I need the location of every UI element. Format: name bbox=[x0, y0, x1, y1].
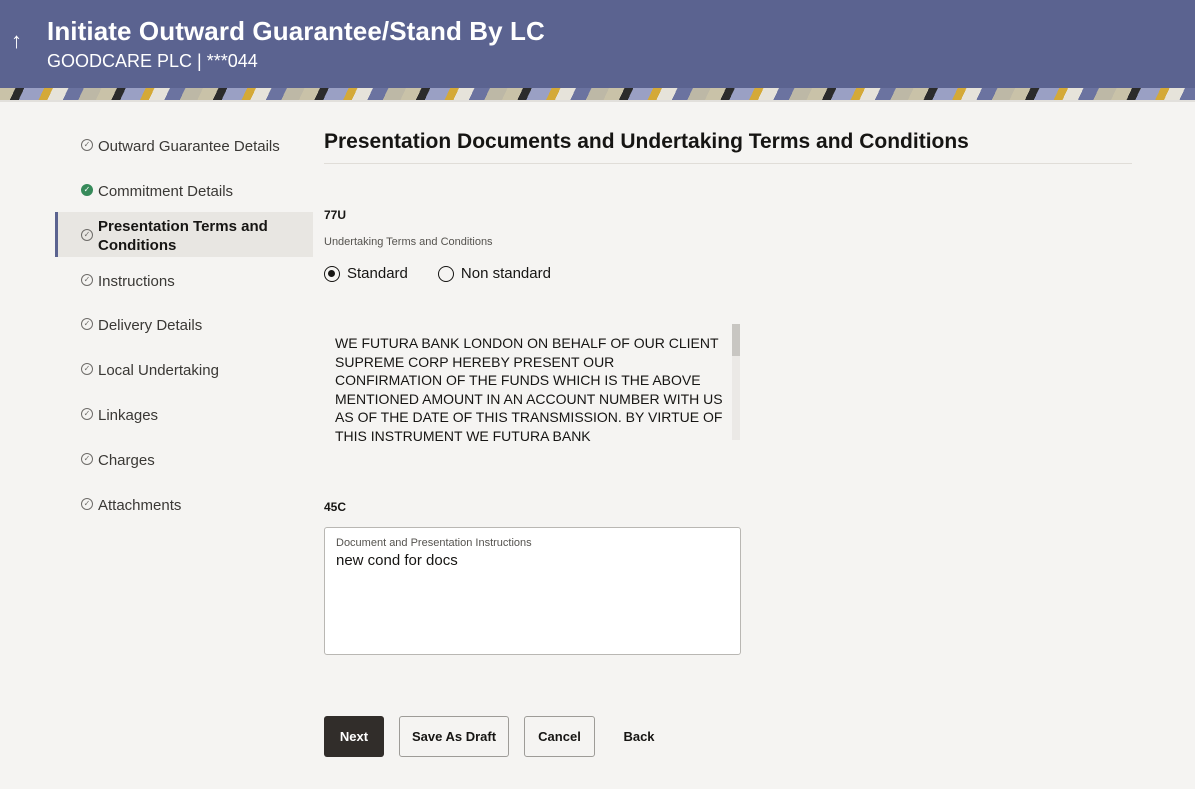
radio-unchecked-icon[interactable] bbox=[437, 265, 454, 282]
sidebar-item-label: Linkages bbox=[98, 406, 159, 424]
sidebar-item-presentation-terms[interactable]: ✓ Presentation Terms and Conditions bbox=[55, 211, 313, 257]
sidebar-item-label: Outward Guarantee Details bbox=[98, 138, 280, 155]
sidebar-item-attachments[interactable]: ✓ Attachments bbox=[55, 481, 313, 526]
next-button[interactable]: Next bbox=[324, 716, 384, 757]
check-circle-icon: ✓ bbox=[81, 497, 93, 510]
field-tag-45c: 45C bbox=[324, 500, 347, 514]
check-circle-icon: ✓ bbox=[81, 318, 93, 331]
field-tag-77u: 77U bbox=[324, 208, 347, 222]
sidebar-item-label: Instructions bbox=[98, 272, 175, 290]
sidebar-item-local-undertaking[interactable]: ✓ Local Undertaking bbox=[55, 346, 313, 391]
action-bar: Next Save As Draft Cancel Back bbox=[324, 716, 669, 757]
sidebar-item-outward-guarantee-details[interactable]: ✓ Outward Guarantee Details bbox=[55, 122, 313, 167]
divider bbox=[0, 100, 1195, 102]
sidebar-item-label: Presentation Terms and Conditions bbox=[98, 218, 268, 255]
sidebar-item-label: Commitment Details bbox=[98, 182, 234, 200]
sidebar-item-label: Charges bbox=[98, 451, 155, 469]
sidebar-item-commitment-details[interactable]: ✓ Commitment Details bbox=[55, 167, 313, 212]
sidebar-item-label: Attachments bbox=[98, 496, 182, 514]
save-as-draft-button[interactable]: Save As Draft bbox=[399, 716, 509, 757]
check-circle-icon: ✓ bbox=[81, 452, 93, 465]
sidebar-item-delivery-details[interactable]: ✓ Delivery Details bbox=[55, 301, 313, 346]
undertaking-terms-radio-group: Standard Non standard bbox=[324, 265, 581, 282]
sidebar-item-charges[interactable]: ✓ Charges bbox=[55, 436, 313, 481]
back-button[interactable]: Back bbox=[609, 716, 669, 757]
sidebar-item-linkages[interactable]: ✓ Linkages bbox=[55, 391, 313, 436]
party-subtitle: GOODCARE PLC | ***044 bbox=[47, 51, 258, 71]
terms-scrollbar[interactable] bbox=[732, 324, 740, 440]
sidebar-item-label: Delivery Details bbox=[98, 317, 203, 335]
undertaking-terms-text-area[interactable]: WE FUTURA BANK LONDON ON BEHALF OF OUR C… bbox=[324, 324, 742, 442]
cancel-button[interactable]: Cancel bbox=[524, 716, 595, 757]
scrollbar-thumb[interactable] bbox=[732, 324, 740, 356]
radio-label: Standard bbox=[347, 265, 408, 282]
radio-standard[interactable]: Standard bbox=[324, 265, 408, 282]
sidebar-item-label: Local Undertaking bbox=[98, 362, 219, 380]
page-title: Initiate Outward Guarantee/Stand By LC bbox=[47, 16, 545, 46]
page-header: ↑ Initiate Outward Guarantee/Stand By LC… bbox=[0, 0, 1195, 88]
presentation-instructions-value[interactable]: new cond for docs bbox=[336, 552, 458, 569]
main-content: Presentation Documents and Undertaking T… bbox=[324, 130, 1132, 757]
check-circle-icon: ✓ bbox=[81, 407, 93, 420]
section-title: Presentation Documents and Undertaking T… bbox=[324, 130, 1132, 164]
check-circle-icon: ✓ bbox=[81, 139, 93, 151]
radio-checked-icon[interactable] bbox=[324, 265, 340, 282]
up-arrow-icon[interactable]: ↑ bbox=[11, 30, 22, 52]
undertaking-terms-text: WE FUTURA BANK LONDON ON BEHALF OF OUR C… bbox=[335, 335, 723, 442]
header-banner-pattern bbox=[0, 88, 1195, 100]
check-circle-icon: ✓ bbox=[81, 363, 93, 376]
check-circle-filled-icon: ✓ bbox=[81, 183, 93, 196]
undertaking-terms-label: Undertaking Terms and Conditions bbox=[324, 236, 493, 248]
radio-label: Non standard bbox=[460, 265, 551, 282]
presentation-instructions-label: Document and Presentation Instructions bbox=[336, 537, 532, 549]
stepper-sidebar: ✓ Outward Guarantee Details ✓ Commitment… bbox=[55, 122, 313, 525]
sidebar-item-instructions[interactable]: ✓ Instructions bbox=[55, 257, 313, 302]
check-circle-icon: ✓ bbox=[81, 228, 93, 241]
radio-non-standard[interactable]: Non standard bbox=[437, 265, 551, 282]
presentation-instructions-textarea[interactable]: Document and Presentation Instructions n… bbox=[324, 527, 741, 655]
check-circle-icon: ✓ bbox=[81, 273, 93, 286]
